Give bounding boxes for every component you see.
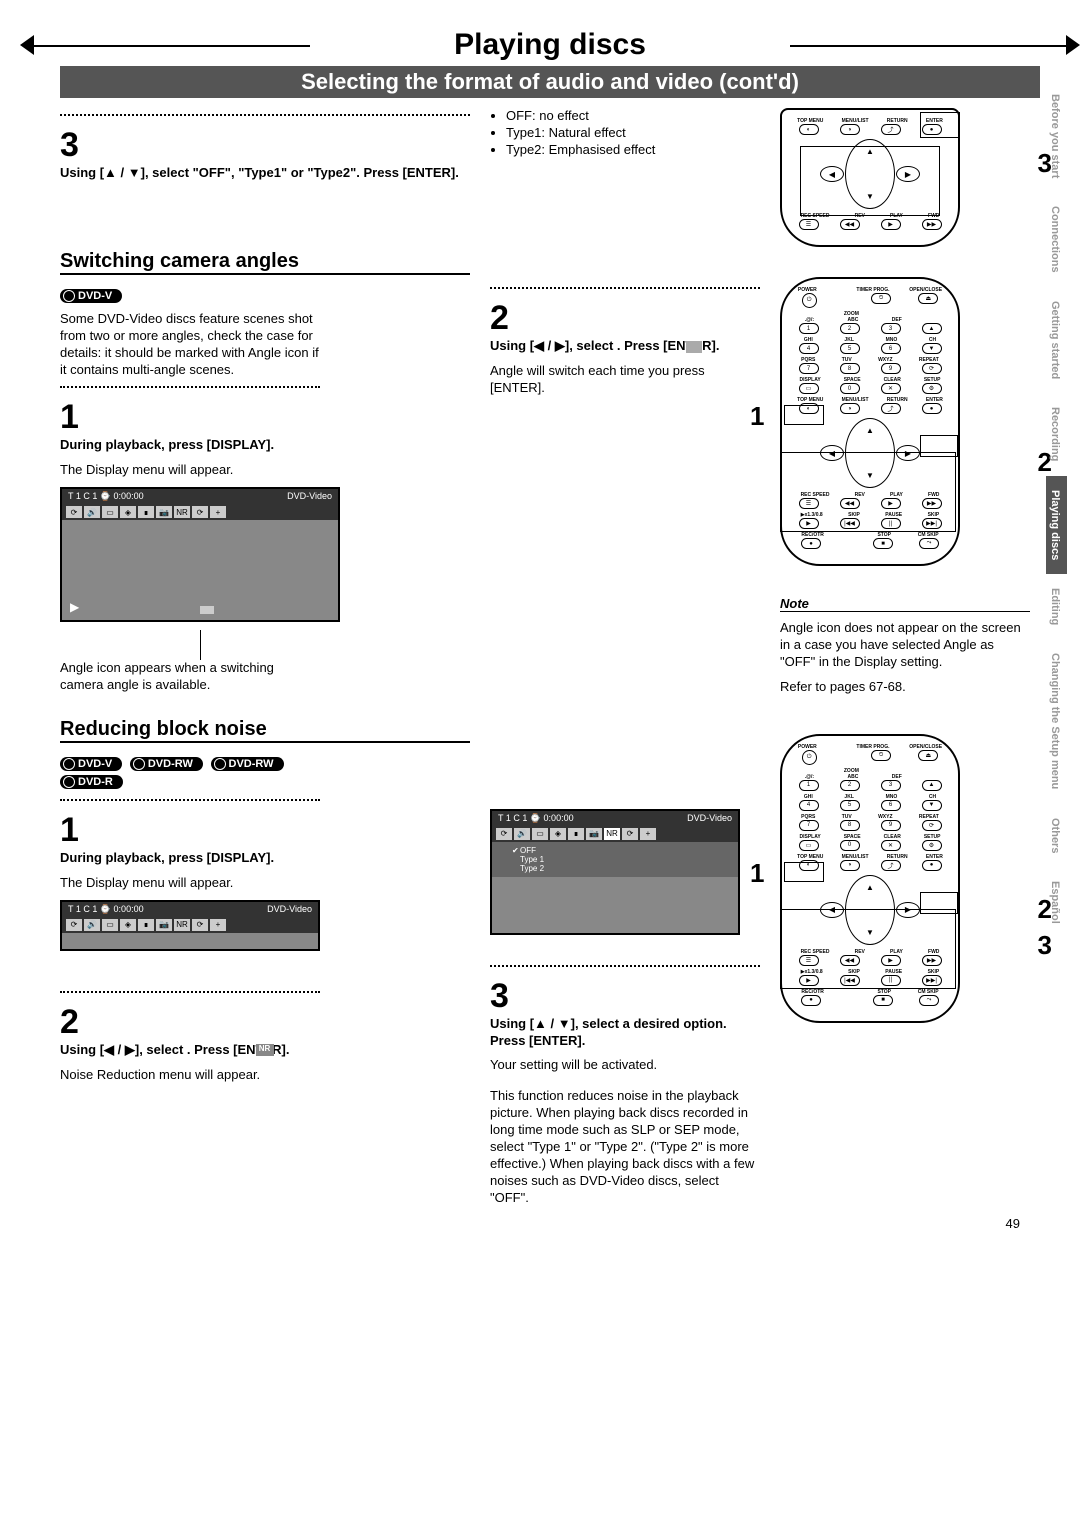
step-instruction: During playback, press [DISPLAY]. xyxy=(60,437,320,454)
step-number: 3 xyxy=(60,126,470,165)
subsection-heading: Reducing block noise xyxy=(60,718,470,741)
display-screen: T 1 C 1 ⌚ 0:00:00DVD-Video ⟳🔊▭◈∎📷NR⟳+ OF… xyxy=(490,809,740,935)
step-number: 2 xyxy=(60,1003,470,1042)
disc-badge: DVD-RW xyxy=(211,757,284,771)
side-tab: Getting started xyxy=(1046,287,1067,393)
side-tab-active: Playing discs xyxy=(1046,476,1067,574)
step-number: 1 xyxy=(60,811,470,850)
page-number: 49 xyxy=(1006,1216,1020,1231)
disc-badge: DVD-RW xyxy=(130,757,203,771)
body-text: This function reduces noise in the playb… xyxy=(490,1088,760,1206)
step-instruction: Using [◀ / ▶], select . Press [ENTER]. xyxy=(490,338,760,355)
callout-num: 1 xyxy=(750,858,764,889)
step-instruction: Using [▲ / ▼], select "OFF", "Type1" or … xyxy=(60,165,470,182)
side-tab: Español xyxy=(1046,867,1067,938)
side-tab: Others xyxy=(1046,804,1067,867)
subsection-heading: Switching camera angles xyxy=(60,250,470,273)
body-text: Angle will switch each time you press [E… xyxy=(490,363,760,397)
caption: Angle icon appears when a switching came… xyxy=(60,660,320,694)
body-text: Some DVD-Video discs feature scenes shot… xyxy=(60,311,320,379)
body-text: Your setting will be activated. xyxy=(490,1057,760,1074)
callout-num: 1 xyxy=(750,401,764,432)
page-title: Playing discs xyxy=(454,28,646,61)
step-instruction: Using [◀ / ▶], select . Press [ENTER].NR xyxy=(60,1042,320,1059)
display-screen: T 1 C 1 ⌚ 0:00:00DVD-Video ⟳🔊▭◈∎📷NR⟳+ ▶ xyxy=(60,487,340,622)
disc-badge: DVD-V xyxy=(60,289,122,303)
body-text: The Display menu will appear. xyxy=(60,462,320,479)
note-text: Angle icon does not appear on the screen… xyxy=(780,620,1030,671)
disc-badge: DVD-R xyxy=(60,775,123,789)
side-tabs: Before you start Connections Getting sta… xyxy=(1046,80,1072,938)
side-tab: Changing the Setup menu xyxy=(1046,639,1067,803)
options-list: OFF: no effect Type1: Natural effect Typ… xyxy=(490,108,760,157)
body-text: Noise Reduction menu will appear. xyxy=(60,1067,320,1084)
note-label: Note xyxy=(780,596,1030,611)
step-number: 1 xyxy=(60,398,470,437)
step-number: 2 xyxy=(490,299,760,338)
side-tab: Connections xyxy=(1046,192,1067,287)
display-screen: T 1 C 1 ⌚ 0:00:00DVD-Video ⟳🔊▭◈∎📷NR⟳+ xyxy=(60,900,320,951)
step-instruction: Using [▲ / ▼], select a desired option. … xyxy=(490,1016,760,1050)
side-tab: Before you start xyxy=(1046,80,1067,192)
nr-menu: OFF Type 1 Type 2 xyxy=(492,842,738,877)
body-text: The Display menu will appear. xyxy=(60,875,320,892)
note-ref: Refer to pages 67-68. xyxy=(780,679,1030,696)
section-subtitle: Selecting the format of audio and video … xyxy=(60,66,1040,98)
step-instruction: During playback, press [DISPLAY]. xyxy=(60,850,320,867)
side-tab: Editing xyxy=(1046,574,1067,639)
step-number: 3 xyxy=(490,977,760,1016)
side-tab: Recording xyxy=(1046,393,1067,475)
disc-badge: DVD-V xyxy=(60,757,122,771)
